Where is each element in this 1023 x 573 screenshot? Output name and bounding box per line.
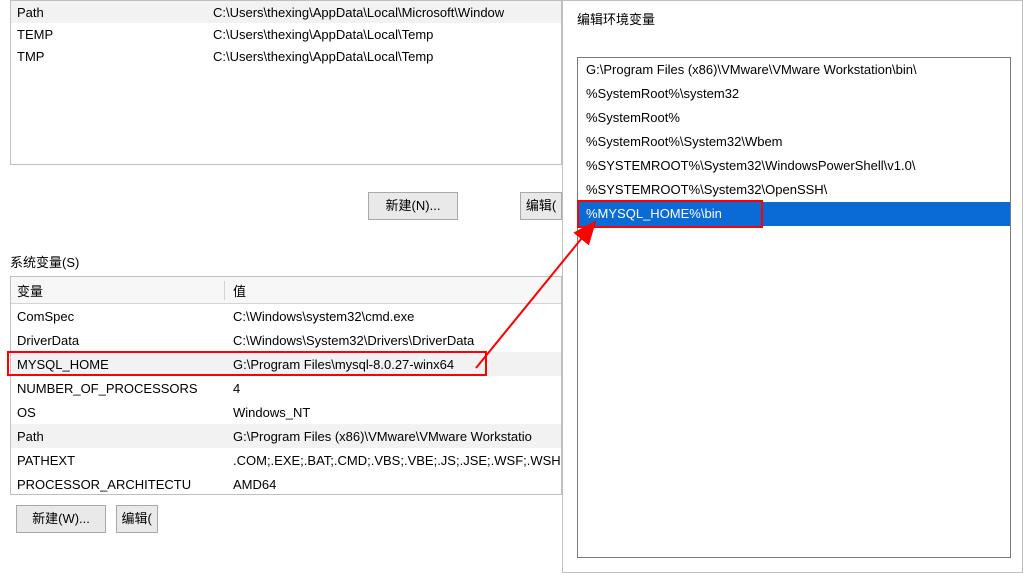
path-item-mysql-bin[interactable]: %MYSQL_HOME%\bin xyxy=(578,202,1010,226)
sys-var-row[interactable]: Path G:\Program Files (x86)\VMware\VMwar… xyxy=(11,424,561,448)
user-buttons: 新建(N)... 编辑( xyxy=(10,184,562,224)
root: Path C:\Users\thexing\AppData\Local\Micr… xyxy=(0,0,1023,573)
sys-var-name: MYSQL_HOME xyxy=(11,357,225,372)
col-var[interactable]: 变量 xyxy=(11,281,225,300)
sys-var-row[interactable]: ComSpec C:\Windows\system32\cmd.exe xyxy=(11,304,561,328)
sys-var-row[interactable]: DriverData C:\Windows\System32\Drivers\D… xyxy=(11,328,561,352)
user-vars-table[interactable]: Path C:\Users\thexing\AppData\Local\Micr… xyxy=(10,0,562,165)
user-var-row[interactable]: TMP C:\Users\thexing\AppData\Local\Temp xyxy=(11,45,561,67)
sys-buttons: 新建(W)... 编辑( xyxy=(10,505,562,545)
user-var-row[interactable]: Path C:\Users\thexing\AppData\Local\Micr… xyxy=(11,1,561,23)
sys-var-value: G:\Program Files (x86)\VMware\VMware Wor… xyxy=(225,429,561,444)
path-item[interactable]: %SystemRoot%\System32\Wbem xyxy=(578,130,1010,154)
sys-var-name: NUMBER_OF_PROCESSORS xyxy=(11,381,225,396)
edit-user-button[interactable]: 编辑( xyxy=(520,192,562,220)
edit-env-panel: 编辑环境变量 G:\Program Files (x86)\VMware\VMw… xyxy=(562,0,1023,573)
user-var-value: C:\Users\thexing\AppData\Local\Temp xyxy=(209,27,561,42)
path-item[interactable]: %SystemRoot%\system32 xyxy=(578,82,1010,106)
sys-vars-label: 系统变量(S) xyxy=(10,252,79,271)
new-user-button[interactable]: 新建(N)... xyxy=(368,192,458,220)
col-val[interactable]: 值 xyxy=(225,281,561,300)
sys-var-row[interactable]: NUMBER_OF_PROCESSORS 4 xyxy=(11,376,561,400)
new-sys-button[interactable]: 新建(W)... xyxy=(16,505,106,533)
sys-var-name: PATHEXT xyxy=(11,453,225,468)
sys-var-value: C:\Windows\System32\Drivers\DriverData xyxy=(225,333,561,348)
path-item[interactable]: G:\Program Files (x86)\VMware\VMware Wor… xyxy=(578,58,1010,82)
sys-var-name: DriverData xyxy=(11,333,225,348)
sys-var-row-mysql-home[interactable]: MYSQL_HOME G:\Program Files\mysql-8.0.27… xyxy=(11,352,561,376)
sys-var-name: ComSpec xyxy=(11,309,225,324)
sys-var-value: .COM;.EXE;.BAT;.CMD;.VBS;.VBE;.JS;.JSE;.… xyxy=(225,453,561,468)
user-var-value: C:\Users\thexing\AppData\Local\Temp xyxy=(209,49,561,64)
user-var-row[interactable]: TEMP C:\Users\thexing\AppData\Local\Temp xyxy=(11,23,561,45)
sys-var-name: PROCESSOR_ARCHITECTU xyxy=(11,477,225,492)
sys-var-value: G:\Program Files\mysql-8.0.27-winx64 xyxy=(225,357,561,372)
sys-var-row[interactable]: PROCESSOR_ARCHITECTU AMD64 xyxy=(11,472,561,495)
left-panel: Path C:\Users\thexing\AppData\Local\Micr… xyxy=(0,0,562,573)
user-var-value: C:\Users\thexing\AppData\Local\Microsoft… xyxy=(209,5,561,20)
path-list[interactable]: G:\Program Files (x86)\VMware\VMware Wor… xyxy=(577,57,1011,558)
sys-var-value: C:\Windows\system32\cmd.exe xyxy=(225,309,561,324)
edit-env-title: 编辑环境变量 xyxy=(577,9,655,28)
user-var-name: TEMP xyxy=(11,27,209,42)
sys-vars-header: 变量 值 xyxy=(11,277,561,304)
path-item[interactable]: %SYSTEMROOT%\System32\OpenSSH\ xyxy=(578,178,1010,202)
sys-var-name: OS xyxy=(11,405,225,420)
path-item[interactable]: %SYSTEMROOT%\System32\WindowsPowerShell\… xyxy=(578,154,1010,178)
sys-var-value: Windows_NT xyxy=(225,405,561,420)
path-item[interactable]: %SystemRoot% xyxy=(578,106,1010,130)
sys-vars-table[interactable]: 变量 值 ComSpec C:\Windows\system32\cmd.exe… xyxy=(10,276,562,495)
sys-var-value: AMD64 xyxy=(225,477,561,492)
user-var-name: Path xyxy=(11,5,209,20)
user-var-name: TMP xyxy=(11,49,209,64)
sys-var-name: Path xyxy=(11,429,225,444)
sys-var-row[interactable]: PATHEXT .COM;.EXE;.BAT;.CMD;.VBS;.VBE;.J… xyxy=(11,448,561,472)
edit-sys-button[interactable]: 编辑( xyxy=(116,505,158,533)
sys-var-row[interactable]: OS Windows_NT xyxy=(11,400,561,424)
sys-var-value: 4 xyxy=(225,381,561,396)
